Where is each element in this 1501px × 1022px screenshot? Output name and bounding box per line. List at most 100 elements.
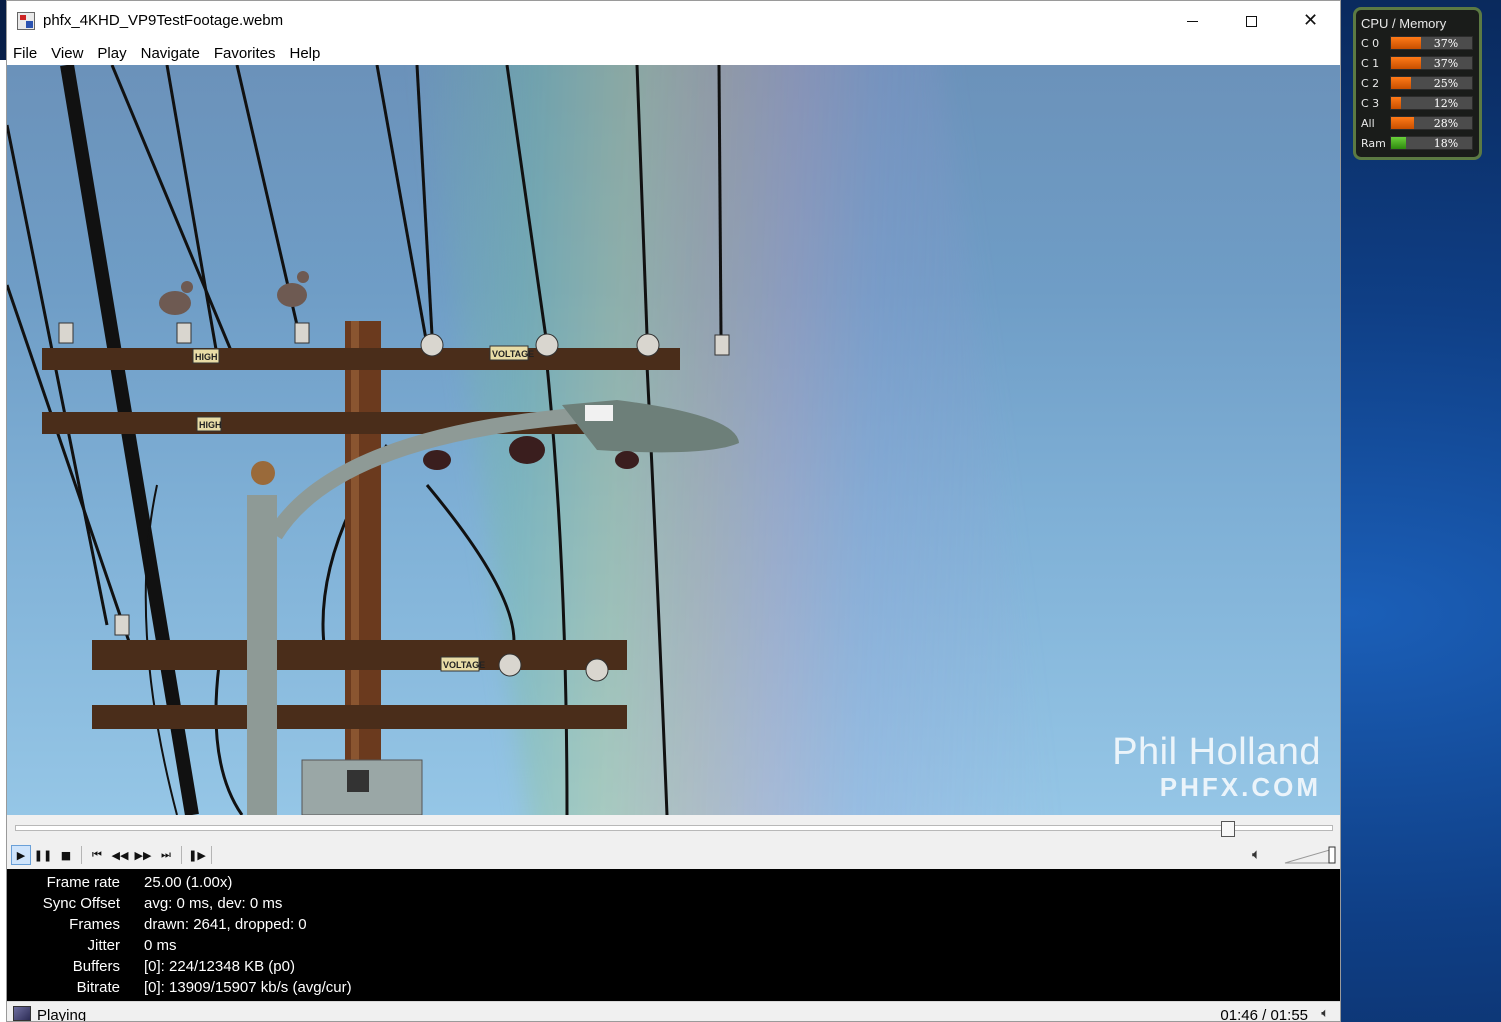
gadget-title: CPU / Memory	[1361, 16, 1447, 31]
stat-value: avg: 0 ms, dev: 0 ms	[144, 895, 283, 912]
usage-bar-fill	[1391, 77, 1412, 89]
utility-pole	[345, 321, 381, 815]
gadget-row: C 0 37%	[1361, 36, 1476, 52]
usage-value: 28%	[1433, 117, 1459, 130]
stop-button[interactable]: ■	[56, 845, 76, 865]
usage-bar: 28%	[1390, 116, 1473, 130]
status-bar: Playing 01:46 / 01:55 🔈︎	[7, 1001, 1340, 1021]
menu-bar: File View Play Navigate Favorites Help	[7, 41, 1340, 65]
video-scene: HIGH VOLTAGE HIGH VOLTAGE	[7, 65, 739, 815]
usage-bar-fill	[1391, 97, 1401, 109]
playback-controls: ▶ ❚❚ ■ ⏮ ◀◀ ▶▶ ⏭ ❚▶ 🔈︎	[7, 841, 1340, 869]
stat-row: Buffers [0]: 224/12348 KB (p0)	[7, 958, 1340, 979]
window-controls: ✕	[1163, 1, 1340, 41]
menu-view[interactable]: View	[44, 45, 90, 62]
stat-row: Frame rate 25.00 (1.00x)	[7, 874, 1340, 895]
mute-icon[interactable]: 🔈︎	[1321, 1006, 1329, 1021]
volume-slider[interactable]	[1283, 845, 1337, 865]
usage-bar-fill	[1391, 137, 1406, 149]
gadget-row: Ram 18%	[1361, 136, 1476, 152]
gadget-row-label: C 0	[1361, 37, 1380, 50]
stat-value: 0 ms	[144, 937, 177, 954]
gadget-row: C 2 25%	[1361, 76, 1476, 92]
separator	[81, 846, 82, 864]
gadget-row: All 28%	[1361, 116, 1476, 132]
maximize-icon	[1246, 15, 1257, 27]
usage-value: 37%	[1433, 37, 1459, 50]
play-icon: ▶	[16, 848, 26, 862]
stat-value: [0]: 13909/15907 kb/s (avg/cur)	[144, 979, 352, 996]
rewind-button[interactable]: ◀◀	[110, 845, 130, 865]
media-player-window: phfx_4KHD_VP9TestFootage.webm ✕ File Vie…	[6, 0, 1341, 1022]
rewind-icon: ◀◀	[111, 848, 129, 862]
sign-text: VOLTAGE	[492, 349, 534, 359]
sign-text: VOLTAGE	[443, 660, 485, 670]
status-icon	[13, 1006, 31, 1021]
cpu-memory-gadget[interactable]: CPU / Memory C 0 37% C 1 37% C 2 25% C 3 12% All…	[1353, 7, 1482, 160]
usage-value: 37%	[1433, 57, 1459, 70]
minimize-button[interactable]	[1163, 1, 1222, 41]
stat-label: Buffers	[72, 958, 120, 975]
stat-value: drawn: 2641, dropped: 0	[144, 916, 307, 933]
fast-forward-button[interactable]: ▶▶	[133, 845, 153, 865]
menu-help[interactable]: Help	[283, 45, 328, 62]
previous-button[interactable]: ⏮	[87, 845, 107, 865]
stat-label: Frames	[69, 916, 120, 933]
usage-value: 25%	[1433, 77, 1459, 90]
usage-bar: 25%	[1390, 76, 1473, 90]
stat-row: Frames drawn: 2641, dropped: 0	[7, 916, 1340, 937]
frame-step-icon: ❚▶	[188, 848, 206, 862]
video-frame[interactable]: HIGH VOLTAGE HIGH VOLTAGE Phil Holland P…	[7, 65, 1340, 815]
close-icon: ✕	[1302, 10, 1319, 31]
menu-play[interactable]: Play	[90, 45, 133, 62]
menu-navigate[interactable]: Navigate	[134, 45, 207, 62]
usage-bar: 12%	[1390, 96, 1473, 110]
seek-thumb[interactable]	[1220, 821, 1235, 837]
play-button[interactable]: ▶	[11, 845, 31, 865]
stat-label: Jitter	[87, 937, 120, 954]
fast-forward-icon: ▶▶	[134, 848, 152, 862]
separator	[211, 846, 212, 864]
usage-value: 18%	[1433, 137, 1459, 150]
stop-icon: ■	[60, 848, 72, 862]
stat-label: Bitrate	[76, 979, 120, 996]
stat-value: 25.00 (1.00x)	[144, 874, 233, 891]
skip-back-icon: ⏮	[92, 848, 102, 861]
maximize-button[interactable]	[1222, 1, 1281, 41]
skip-forward-icon: ⏭	[161, 848, 171, 861]
stat-label: Sync Offset	[42, 895, 120, 912]
seek-bar[interactable]	[15, 825, 1333, 831]
usage-bar: 18%	[1390, 136, 1473, 150]
close-button[interactable]: ✕	[1281, 1, 1340, 41]
sign-text: HIGH	[195, 352, 218, 362]
menu-favorites[interactable]: Favorites	[207, 45, 283, 62]
volume-thumb[interactable]	[1328, 846, 1336, 864]
gadget-row-label: All	[1361, 117, 1375, 130]
stat-label: Frame rate	[46, 874, 120, 891]
gadget-row: C 3 12%	[1361, 96, 1476, 112]
usage-value: 12%	[1433, 97, 1459, 110]
usage-bar-fill	[1391, 117, 1414, 129]
usage-bar-fill	[1391, 37, 1421, 49]
minimize-icon	[1187, 20, 1198, 22]
seek-bar-area	[7, 815, 1340, 841]
time-display[interactable]: 01:46 / 01:55	[1220, 1007, 1308, 1021]
statistics-panel: Frame rate 25.00 (1.00x) Sync Offset avg…	[7, 869, 1340, 1001]
gadget-row-label: C 3	[1361, 97, 1380, 110]
usage-bar-fill	[1391, 57, 1421, 69]
watermark-name: Phil Holland	[1112, 731, 1321, 773]
stat-row: Jitter 0 ms	[7, 937, 1340, 958]
separator	[181, 846, 182, 864]
gadget-row-label: C 2	[1361, 77, 1380, 90]
next-button[interactable]: ⏭	[156, 845, 176, 865]
pause-button[interactable]: ❚❚	[33, 845, 53, 865]
title-bar[interactable]: phfx_4KHD_VP9TestFootage.webm ✕	[7, 1, 1340, 41]
watermark-site: PHFX.COM	[1159, 772, 1321, 802]
stat-row: Bitrate [0]: 13909/15907 kb/s (avg/cur)	[7, 979, 1340, 1000]
app-icon[interactable]	[17, 12, 35, 30]
speaker-icon[interactable]: 🔈︎	[1252, 846, 1261, 863]
frame-step-button[interactable]: ❚▶	[187, 845, 207, 865]
menu-file[interactable]: File	[7, 45, 44, 62]
watermark: Phil Holland PHFX.COM	[1112, 731, 1321, 803]
stat-row: Sync Offset avg: 0 ms, dev: 0 ms	[7, 895, 1340, 916]
